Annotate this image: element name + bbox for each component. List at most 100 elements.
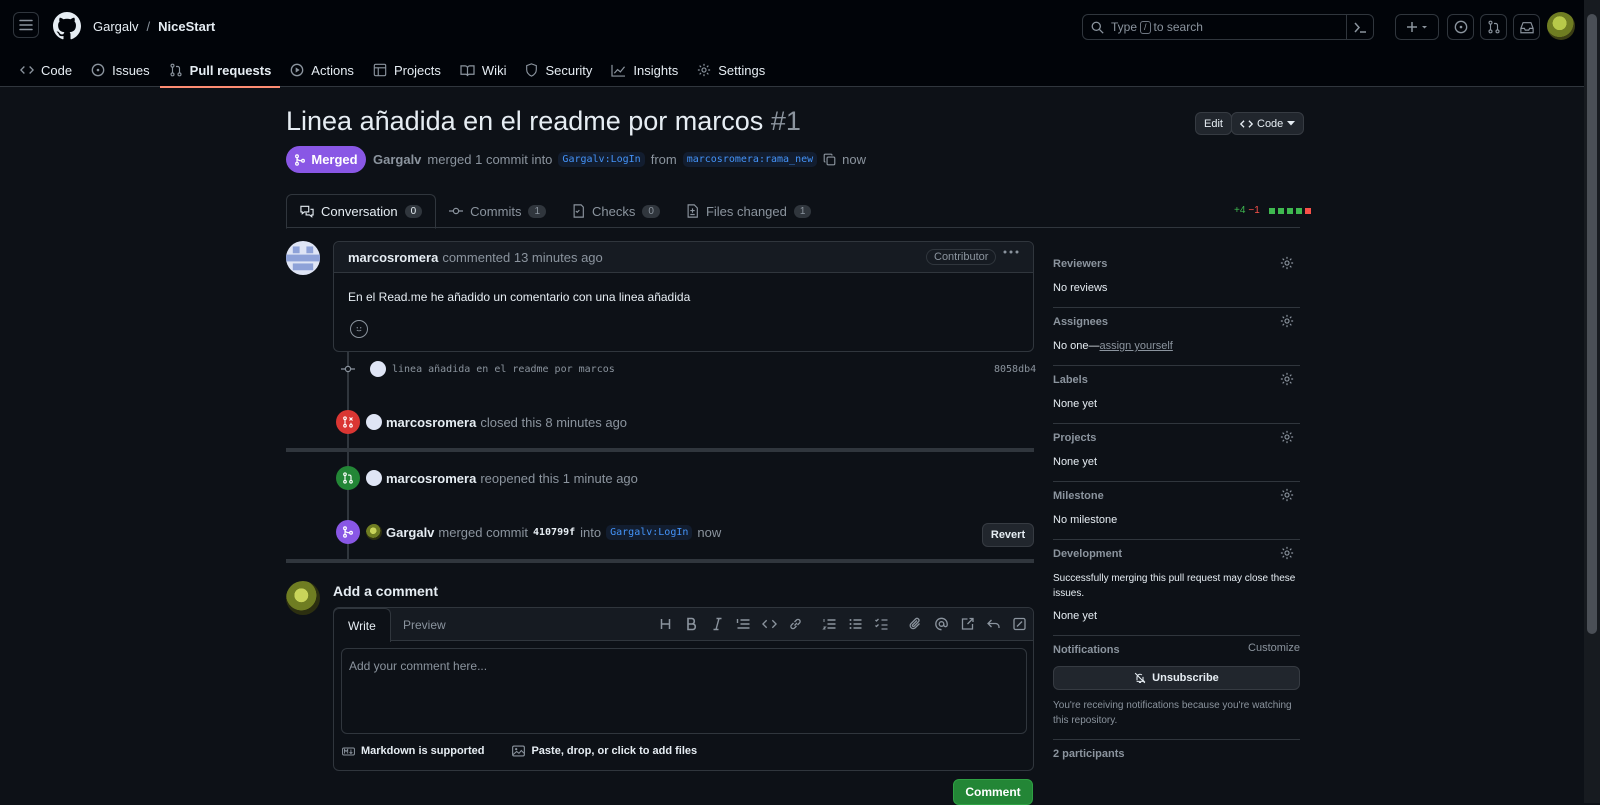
tab-issues[interactable]: Issues: [82, 53, 159, 87]
tab-wiki[interactable]: Wiki: [451, 53, 516, 87]
command-palette-button[interactable]: [1346, 14, 1373, 40]
head-branch[interactable]: marcosromera:rama_new: [682, 152, 818, 167]
heading-icon[interactable]: [658, 617, 673, 631]
lines-added: +4: [1234, 205, 1246, 216]
tab-preview[interactable]: Preview: [389, 608, 460, 641]
commit-author-avatar[interactable]: [370, 361, 386, 377]
add-reaction-icon[interactable]: [350, 320, 368, 338]
code-icon[interactable]: [762, 617, 777, 631]
menu-button[interactable]: [13, 12, 39, 38]
bold-icon[interactable]: [684, 617, 699, 631]
attach-icon[interactable]: [908, 617, 923, 631]
repo-link[interactable]: NiceStart: [158, 19, 215, 34]
tab-label: Insights: [633, 62, 679, 78]
reviewers-section: Reviewers No reviews: [1053, 250, 1300, 308]
mention-icon[interactable]: [934, 617, 949, 631]
create-new-button[interactable]: [1395, 14, 1439, 40]
inbox-button[interactable]: [1513, 14, 1540, 40]
commenter-avatar[interactable]: [286, 241, 320, 275]
attach-files-note[interactable]: Paste, drop, or click to add files: [512, 745, 697, 757]
base-branch[interactable]: Gargalv:LogIn: [558, 152, 645, 167]
actor-name[interactable]: Gargalv: [386, 525, 434, 540]
section-title[interactable]: Development: [1053, 546, 1300, 562]
issue-icon: [1454, 20, 1467, 34]
tab-settings[interactable]: Settings: [688, 53, 774, 87]
task-list-icon[interactable]: [874, 617, 889, 631]
edit-title-button[interactable]: Edit: [1195, 112, 1232, 135]
comment-textarea[interactable]: Add your comment here...: [341, 648, 1027, 734]
tab-files-changed[interactable]: Files changed 1: [673, 194, 825, 228]
customize-link[interactable]: Customize: [1248, 642, 1300, 654]
unsubscribe-button[interactable]: Unsubscribe: [1053, 666, 1300, 690]
tab-pull-requests[interactable]: Pull requests: [159, 53, 281, 88]
comment-author[interactable]: marcosromera: [348, 250, 438, 265]
submit-comment-button[interactable]: Comment: [953, 779, 1033, 805]
unordered-list-icon[interactable]: [848, 617, 863, 631]
tab-write[interactable]: Write: [333, 608, 391, 642]
actor-name[interactable]: marcosromera: [386, 471, 476, 486]
tab-commits[interactable]: Commits 1: [436, 194, 559, 228]
gear-icon[interactable]: [1280, 488, 1294, 502]
global-header: Gargalv / NiceStart Type / to search Cod…: [0, 0, 1584, 88]
ordered-list-icon[interactable]: [822, 617, 837, 631]
from-text: from: [650, 152, 677, 167]
user-avatar[interactable]: [1547, 12, 1575, 40]
merge-commit-sha[interactable]: 410799f: [533, 527, 575, 538]
tab-security[interactable]: Security: [516, 53, 601, 87]
cross-reference-icon[interactable]: [960, 617, 975, 631]
section-title[interactable]: Reviewers: [1053, 256, 1300, 272]
quote-icon[interactable]: [736, 617, 751, 631]
tab-counter: 0: [404, 205, 423, 218]
pull-requests-button[interactable]: [1480, 14, 1507, 40]
link-icon[interactable]: [788, 617, 803, 631]
actor-avatar[interactable]: [366, 470, 382, 486]
revert-button[interactable]: Revert: [982, 523, 1034, 547]
markdown-note[interactable]: Markdown is supported: [342, 745, 484, 757]
comment-body: En el Read.me he añadido un comentario c…: [348, 290, 691, 304]
bell-slash-icon: [1134, 672, 1146, 684]
merged-branch[interactable]: Gargalv:LogIn: [606, 524, 693, 540]
gear-icon[interactable]: [1280, 430, 1294, 444]
tab-code[interactable]: Code: [11, 53, 81, 87]
section-title[interactable]: Milestone: [1053, 488, 1300, 504]
tab-checks[interactable]: Checks 0: [559, 194, 673, 228]
tab-actions[interactable]: Actions: [281, 53, 363, 87]
comment-options-icon[interactable]: [1003, 250, 1019, 254]
tab-label: Code: [41, 62, 73, 78]
issues-button[interactable]: [1447, 14, 1474, 40]
author-link[interactable]: Gargalv: [373, 152, 421, 167]
code-dropdown-button[interactable]: Code: [1231, 112, 1305, 135]
gear-icon[interactable]: [1280, 314, 1294, 328]
commit-sha[interactable]: 8058db4: [994, 364, 1036, 375]
gear-icon[interactable]: [1280, 256, 1294, 270]
section-value: No milestone: [1053, 514, 1118, 526]
current-user-avatar[interactable]: [286, 581, 320, 615]
editor-tabs: Write Preview: [333, 608, 1033, 642]
code-icon: [1240, 119, 1253, 128]
search-icon: [1091, 21, 1104, 34]
actor-name[interactable]: marcosromera: [386, 415, 476, 430]
scrollbar-thumb[interactable]: [1587, 14, 1597, 634]
gear-icon[interactable]: [1280, 372, 1294, 386]
copy-icon[interactable]: [823, 153, 836, 166]
comment-time[interactable]: commented 13 minutes ago: [442, 250, 602, 265]
saved-reply-icon[interactable]: [986, 617, 1001, 631]
github-logo-icon[interactable]: [53, 12, 81, 40]
tab-insights[interactable]: Insights: [602, 53, 687, 87]
notifications-note: You're receiving notifications because y…: [1053, 700, 1292, 726]
gear-icon[interactable]: [1280, 546, 1294, 560]
section-title[interactable]: Assignees: [1053, 314, 1300, 330]
owner-link[interactable]: Gargalv: [93, 19, 139, 34]
commit-message[interactable]: linea añadida en el readme por marcos: [392, 364, 615, 375]
tab-conversation[interactable]: Conversation 0: [286, 194, 437, 229]
page-scrollbar[interactable]: [1584, 0, 1600, 803]
actor-avatar[interactable]: [366, 414, 382, 430]
section-title[interactable]: Labels: [1053, 372, 1300, 388]
assign-yourself-link[interactable]: assign yourself: [1099, 340, 1172, 352]
italic-icon[interactable]: [710, 617, 725, 631]
tab-projects[interactable]: Projects: [364, 53, 450, 87]
section-title[interactable]: Projects: [1053, 430, 1300, 446]
actor-avatar[interactable]: [366, 524, 382, 540]
search-input[interactable]: Type / to search: [1082, 14, 1374, 40]
fullscreen-icon[interactable]: [1012, 617, 1027, 631]
